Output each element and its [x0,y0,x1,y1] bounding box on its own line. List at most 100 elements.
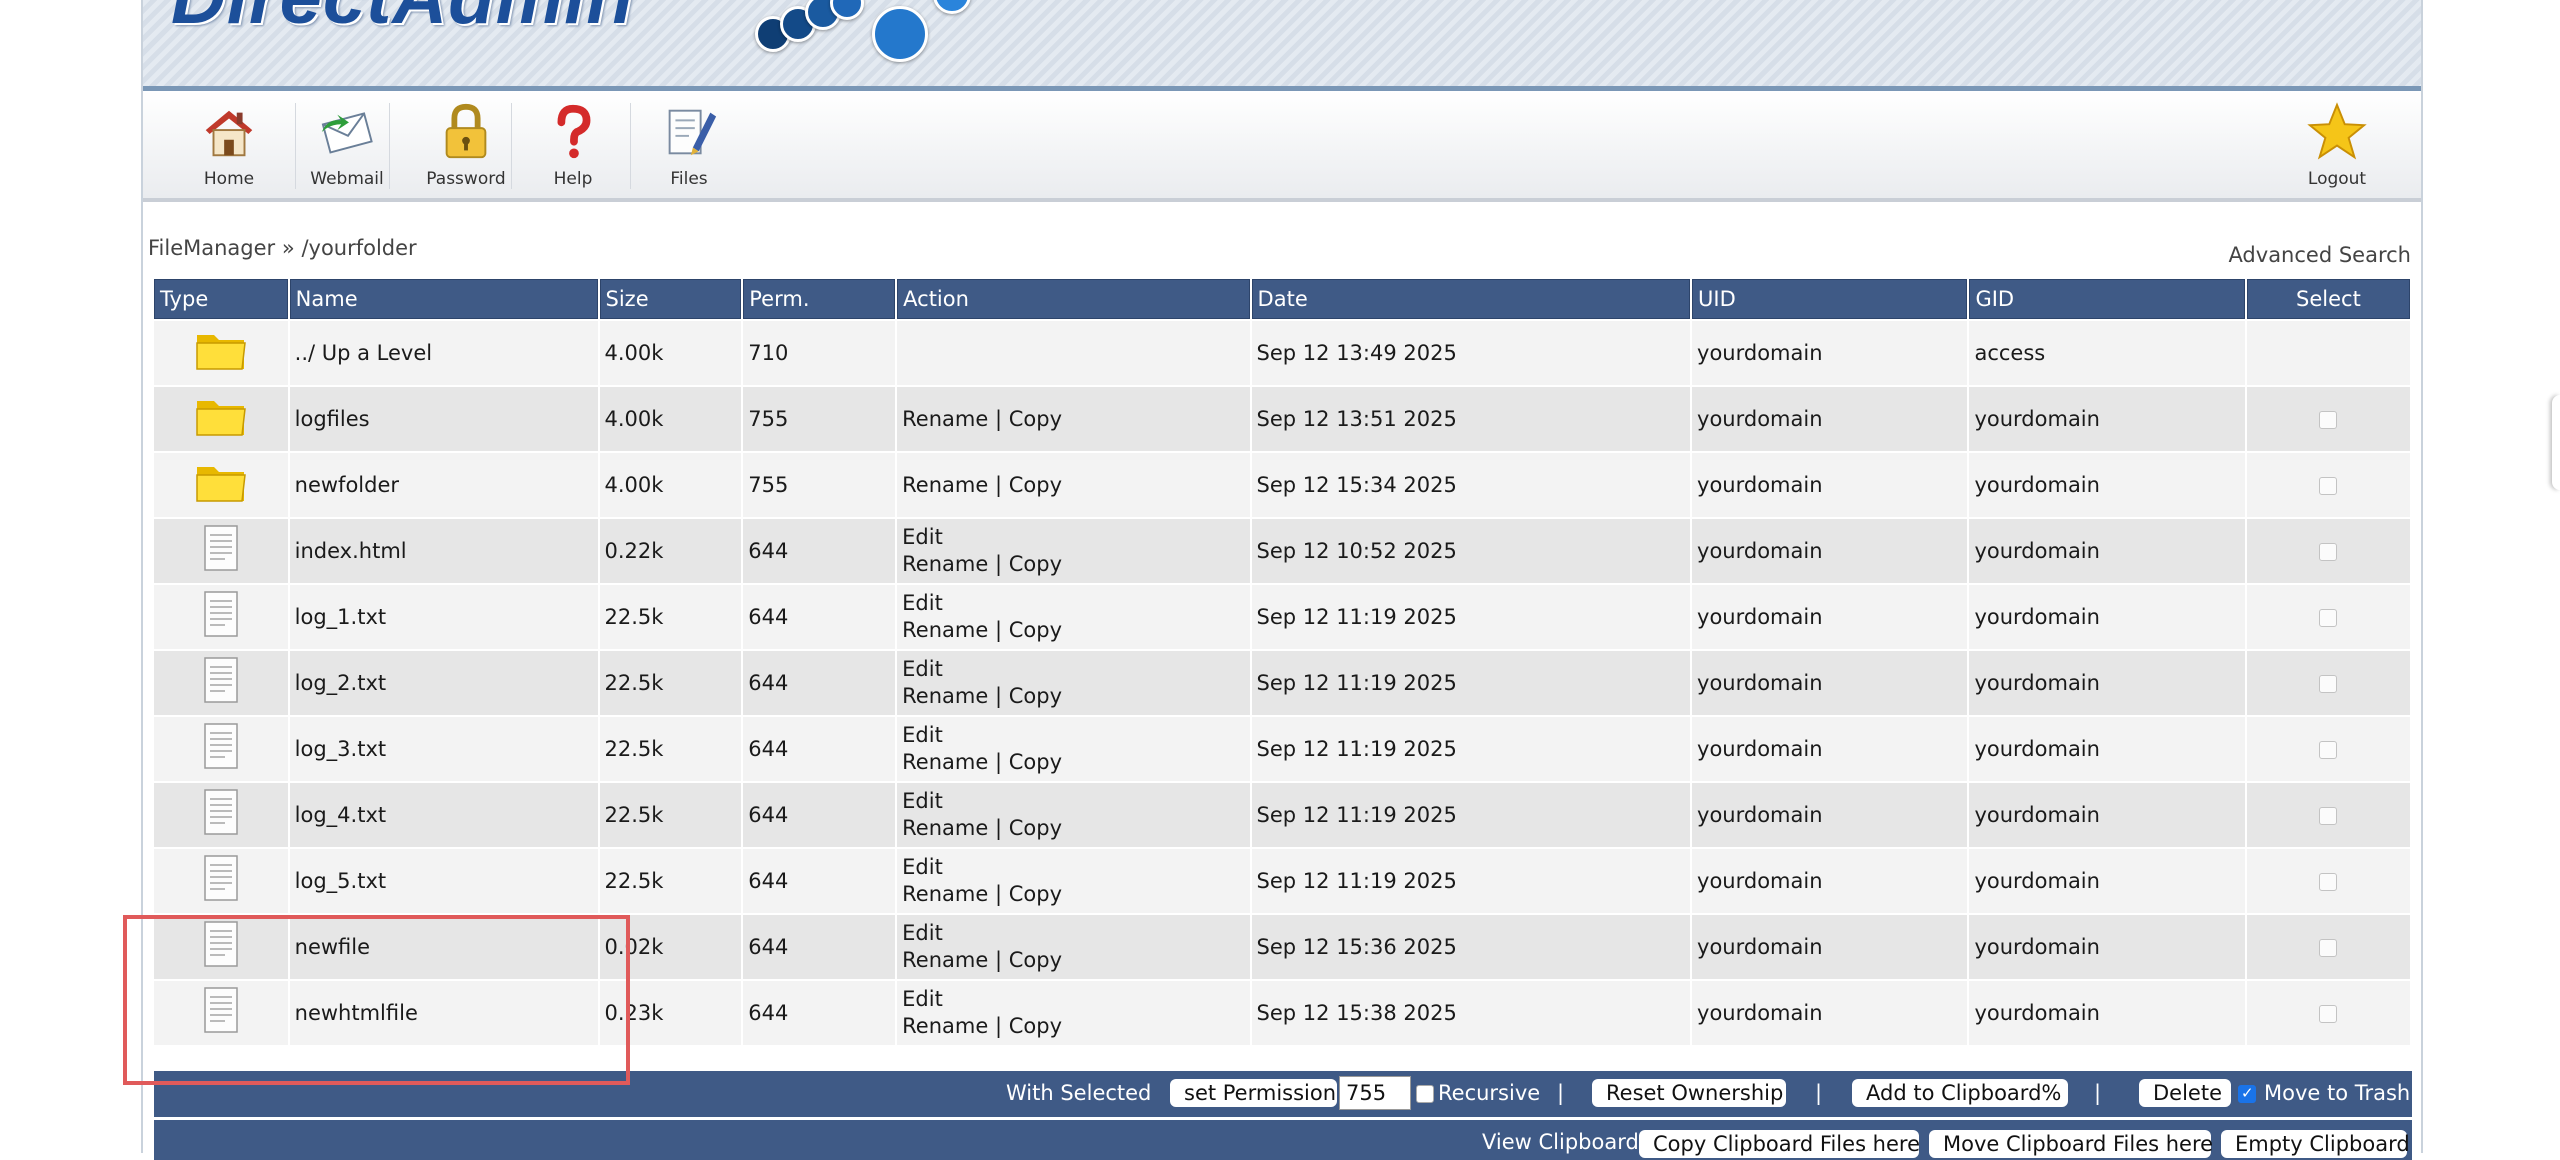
type-cell[interactable] [154,519,288,583]
type-cell[interactable] [154,717,288,781]
file-icon[interactable] [201,590,241,644]
rename-link[interactable]: Rename [902,407,988,431]
type-cell[interactable] [154,321,288,385]
breadcrumb-filemanager[interactable]: FileManager [148,236,275,260]
type-cell[interactable] [154,981,288,1045]
rename-link[interactable]: Rename [902,473,988,497]
edit-link[interactable]: Edit [902,855,943,879]
select-checkbox[interactable] [2319,674,2338,693]
name-cell[interactable]: index.html [289,519,598,583]
empty-clipboard-button[interactable]: Empty Clipboard [2221,1130,2410,1158]
copy-link[interactable]: Copy [1009,407,1062,431]
name-cell[interactable]: newhtmlfile [289,981,598,1045]
rename-link[interactable]: Rename [902,750,988,774]
name-cell[interactable]: log_5.txt [289,849,598,913]
select-checkbox[interactable] [2319,740,2338,759]
add-to-clipboard-button[interactable]: Add to Clipboard% [1852,1079,2068,1107]
copy-link[interactable]: Copy [1009,1014,1062,1038]
recursive-checkbox[interactable] [1416,1085,1434,1103]
type-cell[interactable] [154,783,288,847]
file-icon[interactable] [201,788,241,842]
move-to-trash-checkbox[interactable] [2238,1084,2256,1103]
folder-icon[interactable] [194,400,248,444]
file-icon[interactable] [201,722,241,776]
perm-link[interactable]: 644 [748,737,788,761]
file-icon[interactable] [201,986,241,1040]
edit-link[interactable]: Edit [902,723,943,747]
select-checkbox[interactable] [2319,872,2338,891]
perm-link[interactable]: 644 [748,869,788,893]
copy-clipboard-files-button[interactable]: Copy Clipboard Files here [1639,1130,1920,1158]
edit-link[interactable]: Edit [902,657,943,681]
directadmin-logo[interactable]: DirectAdmin [171,0,634,41]
name-cell[interactable]: log_2.txt [289,651,598,715]
type-cell[interactable] [154,453,288,517]
toolbar-home[interactable]: Home [170,95,288,195]
file-name-link[interactable]: ../ Up a Level [295,341,432,365]
rename-link[interactable]: Rename [902,618,988,642]
perm-link[interactable]: 644 [748,605,788,629]
rename-link[interactable]: Rename [902,948,988,972]
name-cell[interactable]: logfiles [289,387,598,451]
breadcrumb-path[interactable]: /yourfolder [301,236,416,260]
perm-link[interactable]: 710 [748,341,788,365]
perm-link[interactable]: 644 [748,935,788,959]
copy-link[interactable]: Copy [1009,473,1062,497]
name-cell[interactable]: log_1.txt [289,585,598,649]
col-header-size[interactable]: Size [599,279,742,319]
toolbar-files[interactable]: Files [630,95,748,195]
file-icon[interactable] [201,656,241,710]
select-checkbox[interactable] [2319,542,2338,561]
toolbar-logout[interactable]: Logout [2278,95,2396,195]
file-name-link[interactable]: log_2.txt [295,671,386,695]
edit-link[interactable]: Edit [902,921,943,945]
edit-link[interactable]: Edit [902,789,943,813]
type-cell[interactable] [154,387,288,451]
rename-link[interactable]: Rename [902,816,988,840]
folder-icon[interactable] [194,466,248,510]
file-name-link[interactable]: newfolder [295,473,399,497]
type-cell[interactable] [154,915,288,979]
toolbar-password[interactable]: Password [407,95,525,195]
rename-link[interactable]: Rename [902,684,988,708]
col-header-gid[interactable]: GID [1969,279,2245,319]
type-cell[interactable] [154,651,288,715]
permission-input[interactable] [1339,1076,1411,1110]
copy-link[interactable]: Copy [1009,948,1062,972]
select-checkbox[interactable] [2319,608,2338,627]
select-checkbox[interactable] [2319,410,2338,429]
rename-link[interactable]: Rename [902,882,988,906]
set-permission-button[interactable]: set Permission [1170,1079,1337,1107]
edit-link[interactable]: Edit [902,591,943,615]
copy-link[interactable]: Copy [1009,618,1062,642]
col-header-type[interactable]: Type [154,279,288,319]
file-name-link[interactable]: log_4.txt [295,803,386,827]
perm-link[interactable]: 644 [748,539,788,563]
folder-icon[interactable] [194,334,248,378]
name-cell[interactable]: log_4.txt [289,783,598,847]
name-cell[interactable]: ../ Up a Level [289,321,598,385]
type-cell[interactable] [154,849,288,913]
col-header-perm[interactable]: Perm. [743,279,896,319]
file-name-link[interactable]: newfile [295,935,370,959]
copy-link[interactable]: Copy [1009,684,1062,708]
perm-link[interactable]: 644 [748,1001,788,1025]
view-clipboard-link[interactable]: View Clipboard [1482,1130,1639,1154]
file-name-link[interactable]: newhtmlfile [295,1001,418,1025]
select-checkbox[interactable] [2319,1004,2338,1023]
file-name-link[interactable]: log_5.txt [295,869,386,893]
copy-link[interactable]: Copy [1009,750,1062,774]
col-header-date[interactable]: Date [1251,279,1691,319]
name-cell[interactable]: newfolder [289,453,598,517]
reset-ownership-button[interactable]: Reset Ownership [1592,1079,1786,1107]
col-header-name[interactable]: Name [289,279,598,319]
rename-link[interactable]: Rename [902,1014,988,1038]
name-cell[interactable]: log_3.txt [289,717,598,781]
perm-link[interactable]: 755 [748,407,788,431]
select-checkbox[interactable] [2319,476,2338,495]
delete-button[interactable]: Delete [2139,1079,2231,1107]
name-cell[interactable]: newfile [289,915,598,979]
perm-link[interactable]: 644 [748,671,788,695]
perm-link[interactable]: 755 [748,473,788,497]
move-clipboard-files-button[interactable]: Move Clipboard Files here [1929,1130,2213,1158]
